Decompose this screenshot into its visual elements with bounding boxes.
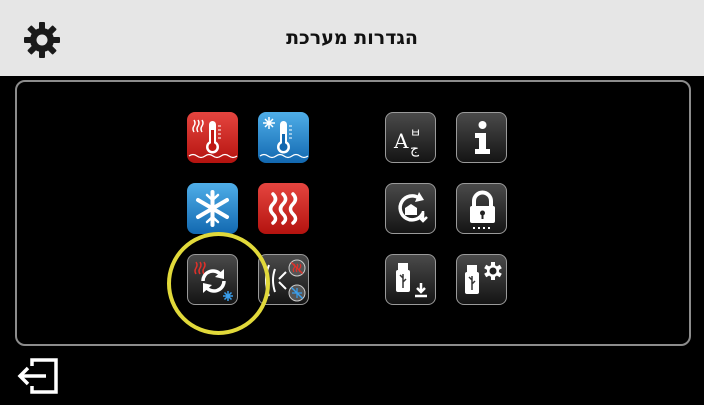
usb-settings-icon [465, 262, 502, 294]
header-bar: הגדרות מערכת [0, 0, 704, 76]
restore-settings-button[interactable] [385, 183, 436, 234]
cooling-mode-button[interactable] [187, 183, 238, 234]
heating-mode-button[interactable] [258, 183, 309, 234]
usb-download-icon [396, 263, 427, 298]
svg-text:ㅂ: ㅂ [410, 126, 421, 140]
lock-button[interactable] [456, 183, 507, 234]
selection-highlight-ring [167, 232, 270, 335]
language-button[interactable]: A ㅂ ج [385, 112, 436, 163]
page-title: הגדרות מערכת [286, 27, 418, 49]
usb-settings-button[interactable] [456, 254, 507, 305]
thermometer-snow-icon [259, 117, 309, 159]
lock-icon [470, 190, 495, 229]
svg-text:A: A [393, 129, 409, 153]
usb-download-button[interactable] [385, 254, 436, 305]
cooling-temperature-button[interactable] [258, 112, 309, 163]
information-button[interactable] [456, 112, 507, 163]
exit-icon[interactable] [14, 356, 60, 396]
settings-panel [15, 80, 691, 346]
snowflake-icon [196, 190, 229, 227]
heat-waves-icon [268, 192, 298, 225]
info-icon [475, 121, 490, 154]
restore-icon [398, 192, 428, 223]
heating-temperature-button[interactable] [187, 112, 238, 163]
svg-text:ج: ج [410, 141, 420, 157]
language-icon: A ㅂ ج [393, 126, 421, 157]
thermometer-heat-icon [188, 119, 238, 159]
